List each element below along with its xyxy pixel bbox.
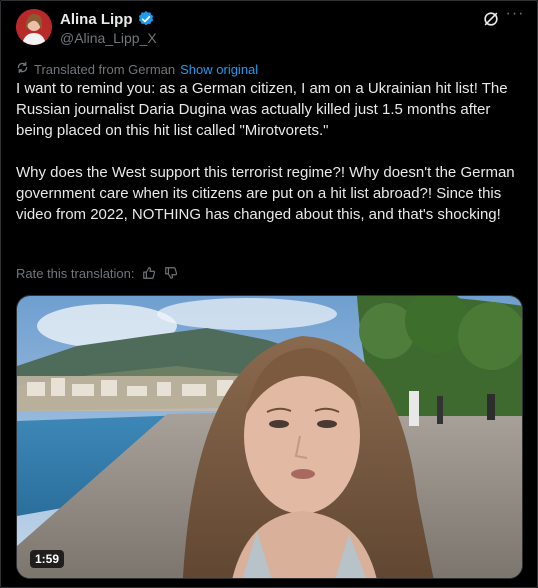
avatar[interactable] xyxy=(16,9,52,45)
thumbs-up-icon[interactable] xyxy=(141,265,157,281)
show-original-link[interactable]: Show original xyxy=(180,62,258,77)
translation-bar: Translated from German Show original xyxy=(16,61,258,77)
author-row: Alina Lipp xyxy=(60,10,155,28)
grok-icon[interactable] xyxy=(481,9,501,29)
video-thumbnail xyxy=(17,296,522,578)
tweet-text: I want to remind you: as a German citize… xyxy=(16,80,515,223)
more-options-icon[interactable]: ··· xyxy=(505,6,525,27)
rate-translation-label: Rate this translation: xyxy=(16,265,135,281)
video-duration: 1:59 xyxy=(30,550,65,568)
rate-translation-row: Rate this translation: xyxy=(16,265,179,281)
author-name[interactable]: Alina Lipp xyxy=(60,11,133,28)
author-handle[interactable]: @Alina_Lipp_X xyxy=(60,30,157,46)
thumbs-down-icon[interactable] xyxy=(163,265,179,281)
verified-badge-icon xyxy=(137,10,155,28)
translated-label: Translated from German xyxy=(34,61,176,77)
video-player[interactable] xyxy=(16,295,523,579)
translate-icon xyxy=(16,61,29,77)
